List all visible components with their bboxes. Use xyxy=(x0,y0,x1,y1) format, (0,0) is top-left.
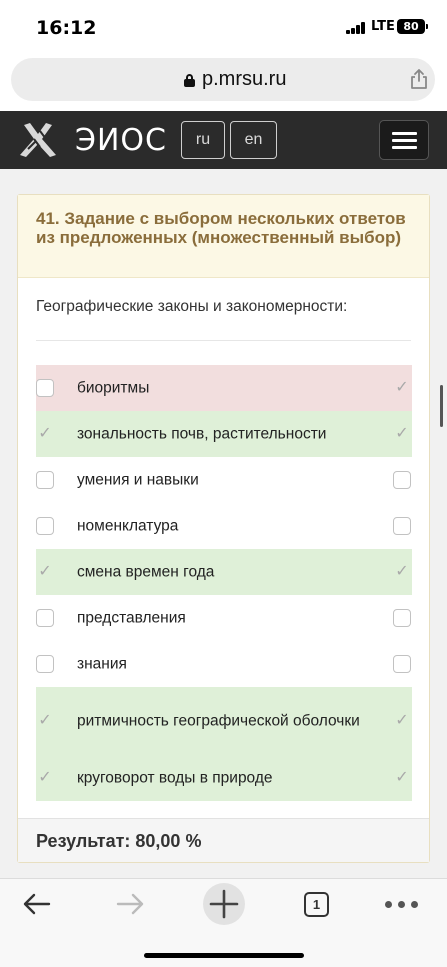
answer-label: смена времен года xyxy=(77,563,215,581)
result-text: Результат: 80,00 % xyxy=(36,831,202,851)
answer-row[interactable]: ✓ смена времен года ✓ xyxy=(36,549,412,595)
logo-text[interactable]: ЭИОС xyxy=(75,123,167,158)
browser-url-area: p.mrsu.ru xyxy=(0,56,447,111)
answer-row[interactable]: знания xyxy=(36,641,412,687)
signal-icon xyxy=(346,22,366,34)
forward-arrow-icon[interactable] xyxy=(115,891,145,917)
more-icon[interactable] xyxy=(385,901,419,909)
correct-mark-empty xyxy=(393,471,411,489)
battery-cap xyxy=(426,24,428,29)
lang-ru-button[interactable]: ru xyxy=(181,121,225,159)
hamburger-menu-button[interactable] xyxy=(379,120,429,160)
divider xyxy=(36,340,411,341)
url-text: p.mrsu.ru xyxy=(202,68,287,90)
lang-en-button[interactable]: en xyxy=(230,121,277,159)
status-time: 16:12 xyxy=(36,17,97,39)
question-text: Географические законы и закономерности: xyxy=(36,298,348,315)
status-bar: 16:12 LTE 80 xyxy=(0,0,447,56)
answer-checkbox[interactable] xyxy=(36,471,54,489)
answer-label: круговорот воды в природе xyxy=(77,769,273,787)
answer-checkbox-checked[interactable]: ✓ xyxy=(36,425,54,443)
correct-mark-icon: ✓ xyxy=(395,712,409,729)
scrollbar-thumb[interactable] xyxy=(440,385,443,427)
question-title: 41. Задание с выбором нескольких ответов… xyxy=(36,209,406,247)
answer-row[interactable]: умения и навыки xyxy=(36,457,412,503)
answer-label: биоритмы xyxy=(77,379,150,397)
answer-checkbox[interactable] xyxy=(36,655,54,673)
answer-row[interactable]: представления xyxy=(36,595,412,641)
correct-mark-empty xyxy=(393,517,411,535)
correct-mark-empty xyxy=(393,655,411,673)
answer-checkbox[interactable] xyxy=(36,609,54,627)
plus-icon xyxy=(209,889,239,919)
answer-list: биоритмы ✓ ✓ зональность почв, раститель… xyxy=(36,365,412,801)
answer-row[interactable]: ✓ круговорот воды в природе ✓ xyxy=(36,755,412,801)
answer-row[interactable]: биоритмы ✓ xyxy=(36,365,412,411)
answer-checkbox-checked[interactable]: ✓ xyxy=(36,563,54,581)
answer-row[interactable]: ✓ зональность почв, растительности ✓ xyxy=(36,411,412,457)
answer-checkbox[interactable] xyxy=(36,517,54,535)
network-label: LTE xyxy=(371,19,395,34)
browser-toolbar: 1 xyxy=(0,878,447,967)
answer-checkbox-checked[interactable]: ✓ xyxy=(36,769,54,787)
answer-checkbox[interactable] xyxy=(36,379,54,397)
site-header: ЭИОС ru en xyxy=(0,111,447,169)
answer-label: зональность почв, растительности xyxy=(77,425,327,443)
answer-checkbox-checked[interactable]: ✓ xyxy=(36,712,54,730)
tabs-count-button[interactable]: 1 xyxy=(304,892,329,917)
answer-label: представления xyxy=(77,609,186,627)
correct-mark-empty xyxy=(393,609,411,627)
address-bar[interactable]: p.mrsu.ru xyxy=(11,58,435,101)
answer-label: номенклатура xyxy=(77,517,179,535)
battery-icon: 80 xyxy=(397,19,425,34)
answer-row[interactable]: ✓ ритмичность географической оболочки ✓ xyxy=(36,687,412,755)
correct-mark-icon: ✓ xyxy=(395,769,409,786)
answer-label: знания xyxy=(77,655,127,673)
question-card-header: 41. Задание с выбором нескольких ответов… xyxy=(18,195,429,278)
screen: 16:12 LTE 80 p.mrsu.ru ЭИОС ru en 41. За… xyxy=(0,0,447,967)
correct-mark-icon: ✓ xyxy=(395,379,409,396)
correct-mark-icon: ✓ xyxy=(395,563,409,580)
answer-label: умения и навыки xyxy=(77,471,199,489)
share-icon[interactable] xyxy=(409,68,429,90)
result-bar: Результат: 80,00 % xyxy=(18,818,429,862)
correct-mark-icon: ✓ xyxy=(395,425,409,442)
logo-icon[interactable] xyxy=(16,119,64,159)
question-card: 41. Задание с выбором нескольких ответов… xyxy=(17,194,430,863)
new-tab-button[interactable] xyxy=(203,883,245,925)
lock-icon xyxy=(184,74,195,87)
home-indicator xyxy=(144,953,304,958)
answer-label: ритмичность географической оболочки xyxy=(77,712,360,730)
back-arrow-icon[interactable] xyxy=(22,891,52,917)
answer-row[interactable]: номенклатура xyxy=(36,503,412,549)
